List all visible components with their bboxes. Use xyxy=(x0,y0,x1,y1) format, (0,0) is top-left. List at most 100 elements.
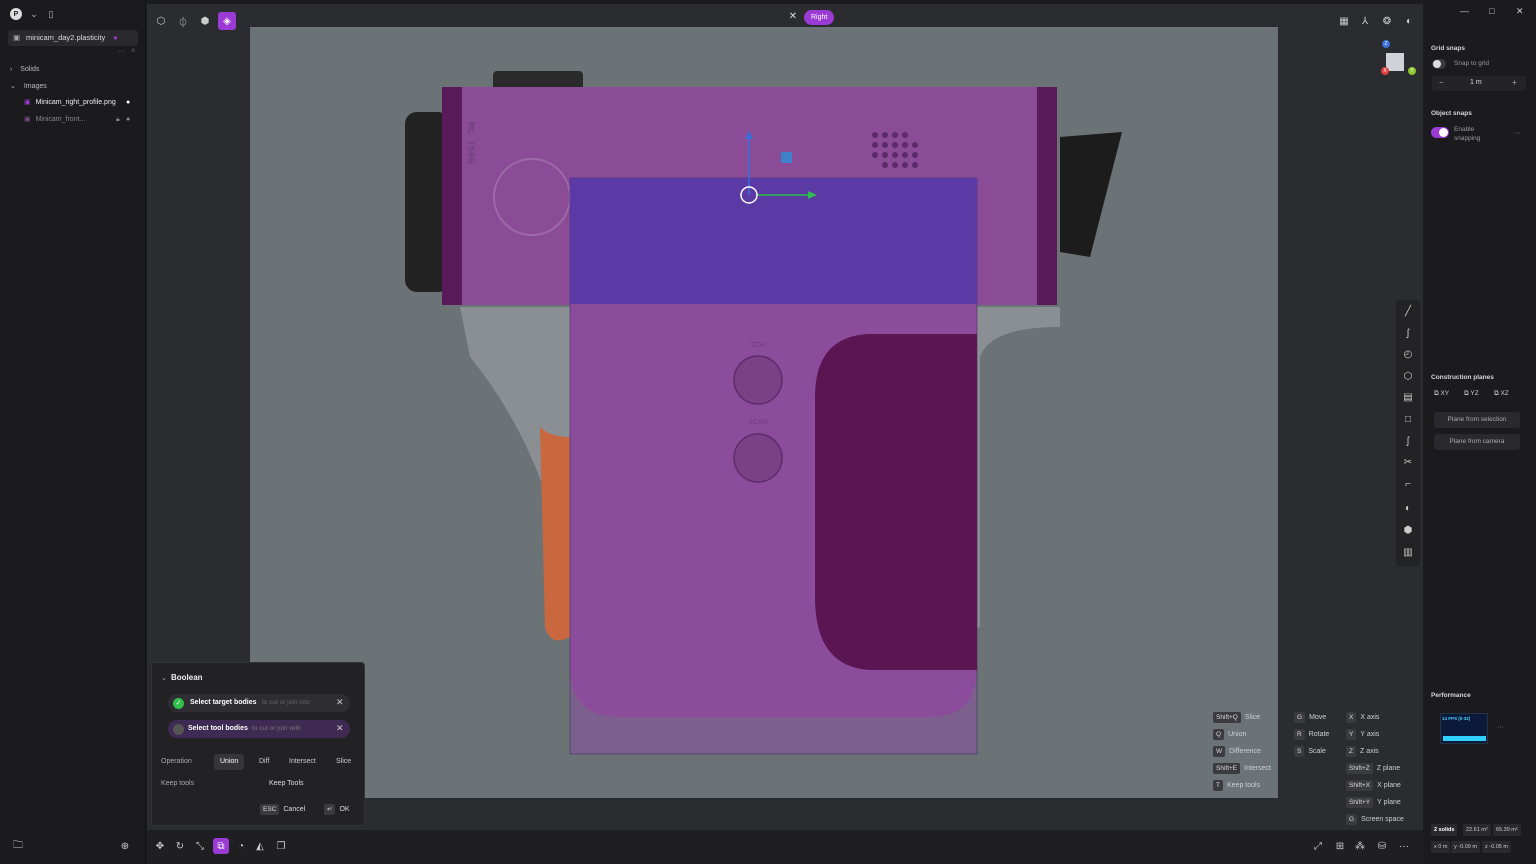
cancel-label: Cancel xyxy=(283,806,306,813)
plane-from-camera-button[interactable]: Plane from camera xyxy=(1434,434,1520,450)
button-shape xyxy=(733,355,783,405)
axis-z-dot[interactable]: Z xyxy=(1382,40,1390,48)
rectangle-tool-icon[interactable]: □ xyxy=(1400,411,1416,427)
scissors-icon[interactable]: ✂ xyxy=(1400,454,1416,470)
axis-x-dot[interactable]: X xyxy=(1381,67,1389,75)
minimize-icon[interactable]: — xyxy=(1460,6,1469,16)
face-select-icon[interactable]: ⬢ xyxy=(196,12,214,30)
plus-icon[interactable]: + xyxy=(1512,78,1517,87)
operation-intersect[interactable]: Intersect xyxy=(283,754,322,770)
zoom-icon[interactable]: ⊕ xyxy=(117,838,133,854)
render-mode-icon[interactable]: ❂ xyxy=(1378,12,1396,30)
polygon-tool-icon[interactable]: ⬡ xyxy=(1400,368,1416,384)
shortcut-key: Z xyxy=(1346,746,1356,757)
nodes-icon[interactable]: ⁂ xyxy=(1352,838,1368,854)
file-tab[interactable]: ▣ minicam_day2.plasticity ● xyxy=(8,30,138,46)
more-icon[interactable]: ··· xyxy=(1514,130,1521,137)
tree-group-images[interactable]: ⌄ Images xyxy=(10,80,47,94)
cylinder-tool-icon[interactable]: ▤ xyxy=(1400,389,1416,405)
coord-x: x 0 m xyxy=(1431,841,1451,853)
rotate-icon[interactable]: ↻ xyxy=(172,838,188,854)
fps-label: 14 FPS (0-32) xyxy=(1442,716,1471,721)
app-logo-icon[interactable]: P xyxy=(10,8,22,20)
fillet-tool-icon[interactable]: ⌐ xyxy=(1400,476,1416,492)
axis-y-dot[interactable]: Y xyxy=(1408,67,1416,75)
shortcut-hint: G Move xyxy=(1294,712,1326,724)
grid-view-icon[interactable]: ⊞ xyxy=(1332,838,1348,854)
duplicate-icon[interactable]: ❐ xyxy=(273,838,289,854)
lock-icon[interactable]: 🔒︎ xyxy=(116,113,120,127)
target-bodies-row[interactable]: ✓ Select target bodies to cut or join in… xyxy=(168,694,350,712)
clear-icon[interactable]: ✕ xyxy=(336,723,344,734)
fillet-icon[interactable]: ◔ xyxy=(233,838,249,854)
stack-tool-icon[interactable]: ▥ xyxy=(1400,544,1416,560)
material-icon[interactable]: ⛁ xyxy=(1374,838,1390,854)
close-window-icon[interactable]: ✕ xyxy=(1516,6,1524,17)
minus-icon[interactable]: − xyxy=(1439,78,1444,87)
keep-tools-toggle[interactable]: Keep Tools xyxy=(269,780,304,787)
close-view-icon[interactable]: ✕ xyxy=(787,11,799,23)
tree-group-solids[interactable]: › Solids xyxy=(10,63,39,77)
more-icon[interactable]: ··· xyxy=(1497,724,1504,731)
shortcut-hint: YY axis xyxy=(1346,729,1379,741)
solid-select-icon[interactable]: ◈ xyxy=(218,12,236,30)
boolean-icon[interactable]: ⧉ xyxy=(213,838,229,854)
move-icon[interactable]: ✥ xyxy=(152,838,168,854)
shading-icon[interactable]: ◐ xyxy=(1400,12,1418,30)
curve-tool-icon[interactable]: ∫ xyxy=(1400,325,1416,341)
maximize-icon[interactable]: □ xyxy=(1489,6,1494,16)
measure-icon[interactable]: ⤢ xyxy=(1310,838,1326,854)
tree-item-image[interactable]: ▣ Minicam_right_profile.png ● xyxy=(24,96,138,110)
ok-label: OK xyxy=(339,806,350,813)
chevron-right-icon: › xyxy=(10,66,13,73)
plane-xz[interactable]: ⧉ XZ xyxy=(1494,390,1509,398)
sphere-tool-icon[interactable]: ◐ xyxy=(1400,500,1416,516)
tree-item-image[interactable]: ▣ Minicam_front... 🔒︎ ● xyxy=(24,113,138,127)
plane-label: XZ xyxy=(1500,390,1509,397)
grid-icon[interactable]: ▦ xyxy=(1335,12,1353,30)
shortcut-label: Move xyxy=(1309,714,1327,721)
folder-icon[interactable]: 🗀︎ xyxy=(10,838,26,854)
view-cube[interactable] xyxy=(1386,53,1404,71)
scene-svg: SZH SCAN MC T500 xyxy=(405,71,1122,755)
vertex-select-icon[interactable]: ⬡ xyxy=(152,12,170,30)
more-icon[interactable]: ··· xyxy=(118,48,125,55)
plane-from-selection-button[interactable]: Plane from selection xyxy=(1434,412,1520,428)
scale-icon[interactable]: ⤡ xyxy=(192,838,208,854)
ok-button[interactable]: ↵ OK xyxy=(324,804,350,815)
box-tool-icon[interactable]: ⬢ xyxy=(1400,522,1416,538)
plane-label: YZ xyxy=(1470,390,1479,397)
edge-select-icon[interactable]: ⏀ xyxy=(174,12,192,30)
clear-icon[interactable]: ✕ xyxy=(336,697,344,708)
view-name-badge[interactable]: Right xyxy=(804,10,835,25)
mirror-icon[interactable]: ◭ xyxy=(252,838,268,854)
operation-label: Operation xyxy=(161,758,192,765)
line-tool-icon[interactable]: ╱ xyxy=(1400,303,1416,319)
snap-to-grid-toggle[interactable] xyxy=(1432,59,1446,69)
sidebar-toggle-icon[interactable]: ▯ xyxy=(44,7,58,21)
tool-bodies-row[interactable]: Select tool bodies to cut or join with ✕ xyxy=(168,720,350,738)
plane-yz[interactable]: ⧉ YZ xyxy=(1464,390,1479,398)
shortcut-key: Shift+E xyxy=(1213,763,1241,774)
collapse-icon[interactable]: ˄ xyxy=(131,48,135,55)
circle-tool-icon[interactable]: ◴ xyxy=(1400,346,1416,362)
operation-union[interactable]: Union xyxy=(214,754,245,770)
shortcut-key: Shift+Z xyxy=(1346,763,1373,774)
operation-diff[interactable]: Diff xyxy=(253,754,275,770)
hidden-dot-icon[interactable]: ● xyxy=(126,113,130,127)
gizmo-plane-handle[interactable] xyxy=(781,152,792,163)
chevron-down-icon[interactable]: ⌄ xyxy=(27,7,41,21)
grid-size-value[interactable]: 1 m xyxy=(1470,79,1482,86)
grid-size-stepper[interactable]: − 1 m + xyxy=(1432,76,1526,91)
operation-slice[interactable]: Slice xyxy=(330,754,357,770)
plane-icon: ⧉ xyxy=(1434,390,1439,397)
visible-dot-icon[interactable]: ● xyxy=(126,96,130,110)
enable-snapping-toggle[interactable] xyxy=(1431,127,1449,138)
shortcut-key: X xyxy=(1346,712,1357,723)
cancel-button[interactable]: ESC Cancel xyxy=(260,804,305,815)
chevron-down-icon[interactable]: ⌄ xyxy=(161,674,167,682)
axes-icon[interactable]: ⅄ xyxy=(1356,12,1374,30)
plane-xy[interactable]: ⧉ XY xyxy=(1434,390,1449,398)
spline-tool-icon[interactable]: ʃ xyxy=(1400,433,1416,449)
more-icon[interactable]: ··· xyxy=(1396,838,1412,854)
